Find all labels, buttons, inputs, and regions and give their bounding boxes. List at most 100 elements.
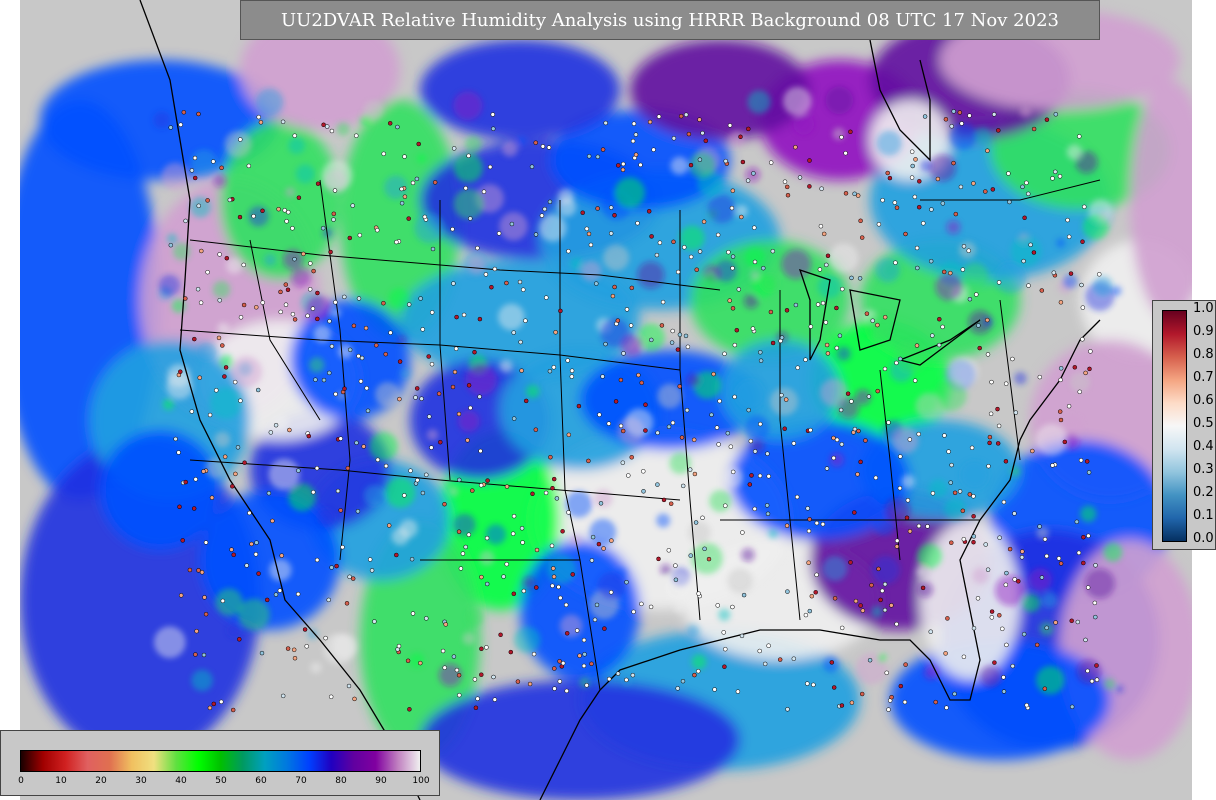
station-dot [220, 343, 225, 348]
station-dot [231, 552, 236, 558]
station-dot [641, 469, 646, 474]
station-dot [168, 242, 174, 248]
station-dot [1042, 537, 1048, 542]
station-dot [463, 544, 468, 550]
station-dot [233, 471, 238, 477]
station-dot [960, 508, 966, 514]
station-dot [177, 504, 182, 510]
station-dot [259, 650, 265, 656]
station-dot [726, 249, 731, 255]
station-dot [688, 162, 694, 168]
station-dot [679, 435, 685, 440]
humidity-texture-spot [285, 187, 296, 198]
station-dot [427, 414, 432, 419]
humidity-texture-spot [901, 474, 915, 489]
station-dot [563, 602, 569, 608]
station-dot [557, 659, 562, 664]
station-dot [356, 353, 361, 359]
station-dot [757, 473, 763, 479]
station-dot [635, 220, 640, 226]
station-dot [791, 441, 797, 446]
station-dot [463, 185, 468, 191]
station-dot [996, 128, 1001, 133]
humidity-texture-spot [158, 274, 181, 297]
humidity-texture-spot [793, 113, 815, 135]
station-dot [654, 252, 660, 258]
station-dot [241, 262, 246, 268]
station-dot [1087, 366, 1092, 372]
station-dot [770, 248, 776, 254]
humidity-texture-spot [597, 572, 626, 600]
station-dot [987, 440, 992, 446]
station-dot [867, 657, 873, 663]
station-dot [374, 343, 379, 348]
station-dot [549, 543, 555, 549]
station-dot [290, 311, 296, 317]
humidity-texture-spot [1028, 568, 1052, 592]
station-dot [577, 653, 582, 658]
station-dot [209, 495, 215, 500]
station-dot [829, 660, 835, 665]
station-dot [415, 477, 420, 483]
station-dot [675, 686, 680, 691]
station-dot [971, 539, 976, 545]
station-dot [176, 450, 181, 455]
station-dot [793, 302, 799, 308]
humidity-texture-spot [514, 626, 541, 653]
station-dot [700, 130, 705, 136]
humidity-texture-spot [522, 576, 536, 590]
station-dot [880, 197, 885, 203]
station-dot [845, 391, 851, 396]
humidity-texture-spot [1103, 542, 1123, 562]
station-dot [806, 560, 811, 565]
station-dot [1003, 582, 1009, 588]
station-dot [727, 298, 732, 303]
station-dot [533, 232, 539, 237]
station-dot [889, 694, 894, 700]
humidity-texture-spot [1041, 592, 1058, 608]
station-dot [834, 305, 839, 311]
station-dot [481, 189, 487, 194]
humidity-region [100, 430, 220, 550]
station-dot [364, 385, 369, 391]
station-dot [569, 374, 575, 379]
station-dot [328, 694, 334, 700]
station-dot [237, 214, 243, 220]
station-dot [422, 214, 428, 220]
station-dot [409, 556, 415, 562]
station-dot [745, 178, 751, 183]
station-dot [1058, 561, 1064, 566]
station-dot [450, 384, 456, 390]
station-dot [819, 186, 824, 191]
station-dot [860, 608, 866, 613]
station-dot [402, 154, 407, 159]
station-dot [996, 423, 1002, 429]
station-dot [1050, 176, 1055, 181]
station-dot [909, 149, 915, 154]
humidity-texture-spot [385, 477, 416, 508]
station-dot [1007, 546, 1013, 552]
station-dot [220, 598, 226, 604]
station-dot [752, 259, 758, 265]
station-dot [196, 203, 201, 209]
station-dot [1042, 686, 1048, 691]
station-dot [629, 455, 634, 460]
station-dot [1080, 337, 1085, 342]
station-dot [280, 693, 286, 699]
station-dot [1050, 463, 1055, 468]
humidity-texture-spot [614, 177, 645, 208]
station-dot [624, 307, 630, 312]
station-dot [357, 232, 363, 238]
station-dot [834, 345, 840, 351]
station-dot [566, 432, 572, 438]
station-dot [386, 523, 392, 528]
station-dot [624, 579, 629, 585]
station-dot [806, 528, 812, 534]
station-dot [961, 536, 967, 542]
station-dot [700, 515, 705, 521]
station-dot [183, 296, 188, 301]
station-dot [326, 597, 331, 603]
station-dot [825, 253, 831, 259]
station-dot [884, 670, 889, 676]
humidity-texture-spot [979, 665, 1002, 687]
